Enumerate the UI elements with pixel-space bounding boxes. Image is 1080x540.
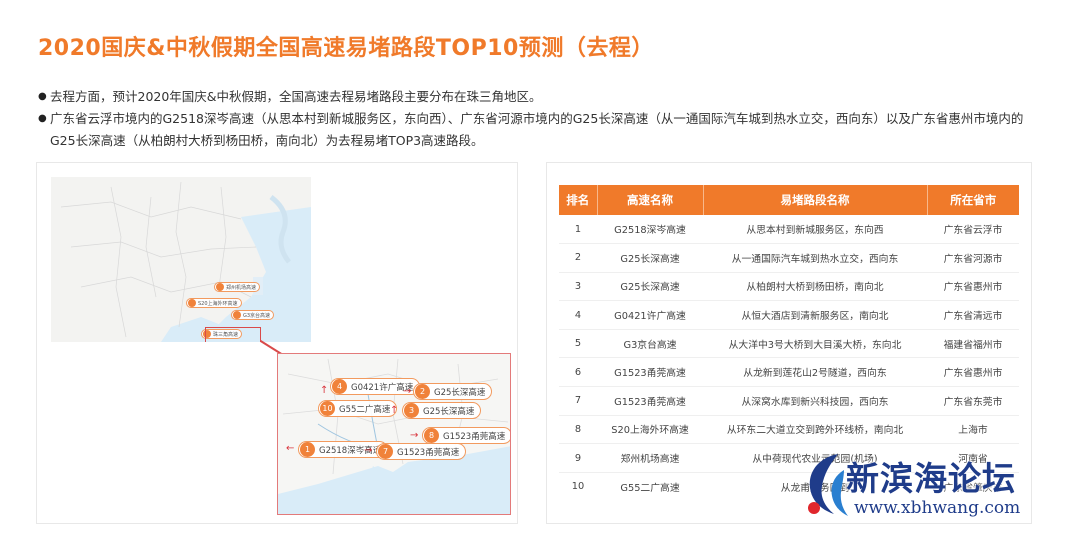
cell-rank: 3 [559, 272, 597, 302]
cell-section: 从深窝水库到新兴科技园，西向东 [703, 386, 927, 416]
marker-label: G55二广高速 [339, 404, 391, 415]
marker-rank: 7 [378, 444, 393, 459]
cell-highway: G25长深高速 [597, 243, 703, 273]
watermark-url: www.xbhwang.com [854, 498, 1021, 518]
cell-section: 从恒大酒店到清新服务区，南向北 [703, 300, 927, 330]
cell-rank: 6 [559, 357, 597, 388]
header-rank: 排名 [559, 185, 598, 215]
cell-rank: 1 [559, 215, 597, 245]
cell-rank: 10 [571, 481, 585, 493]
bullet-text: 去程方面，预计2020年国庆&中秋假期，全国高速去程易堵路段主要分布在珠三角地区… [50, 89, 542, 104]
header-section: 易堵路段名称 [703, 185, 928, 215]
cell-section: 从柏朗村大桥到杨田桥，南向北 [703, 272, 927, 302]
cell-highway: G1523甬莞高速 [597, 386, 703, 416]
cell-location: 广东省惠州市 [927, 272, 1019, 302]
cell-highway: G55二广高速 [620, 482, 680, 494]
cell-rank: 5 [559, 329, 597, 359]
cell-section: 从龙新到莲花山2号隧道，西向东 [703, 357, 927, 388]
marker-rank: 10 [320, 401, 335, 416]
map-marker: G3京台高速 [231, 310, 275, 320]
bullet-item: ● 广东省云浮市境内的G2518深岑高速（从思本村到新城服务区，东向西）、广东省… [38, 108, 1038, 152]
cell-location: 广东省清远市 [927, 300, 1019, 330]
marker-rank: 8 [424, 428, 439, 443]
page-title: 2020国庆&中秋假期全国高速易堵路段TOP10预测（去程） [38, 36, 654, 61]
cell-location: 上海市 [927, 415, 1019, 445]
marker-label: G1523甬莞高速 [397, 447, 460, 458]
table-row: 1 G2518深岑高速 从思本村到新城服务区，东向西 广东省云浮市 [559, 215, 1019, 245]
summary-bullets: ● 去程方面，预计2020年国庆&中秋假期，全国高速去程易堵路段主要分布在珠三角… [38, 86, 1038, 152]
detail-marker-7: 7 G1523甬莞高速 [376, 443, 467, 460]
marker-rank: 4 [332, 379, 347, 394]
site-watermark: 新滨海论坛 www.xbhwang.com [800, 446, 1075, 536]
cell-highway: G0421许广高速 [597, 300, 703, 330]
watermark-logo-icon [808, 454, 848, 516]
cell-highway: 郑州机场高速 [597, 443, 703, 473]
map-panel: 郑州机场高速 S20上海外环高速 G3京台高速 珠三角高速 4 G0421许广高… [36, 162, 518, 524]
table-row: 8 S20上海外环高速 从环东二大道立交到跨外环线桥，南向北 上海市 [559, 415, 1019, 445]
cell-location: 广东省河源市 [927, 243, 1019, 273]
cell-highway: G3京台高速 [597, 329, 703, 359]
cell-rank: 7 [559, 386, 597, 416]
cell-location: 福建省福州市 [927, 329, 1019, 359]
header-highway: 高速名称 [597, 185, 704, 215]
cell-section: 从环东二大道立交到跨外环线桥，南向北 [703, 415, 927, 445]
bullet-item: ● 去程方面，预计2020年国庆&中秋假期，全国高速去程易堵路段主要分布在珠三角… [38, 86, 1038, 108]
map-marker: S20上海外环高速 [186, 298, 242, 308]
cell-rank: 4 [559, 300, 597, 330]
table-row: 6 G1523甬莞高速 从龙新到莲花山2号隧道，西向东 广东省惠州市 [559, 357, 1019, 388]
watermark-name: 新滨海论坛 [846, 459, 1016, 498]
table-row: 2 G25长深高速 从一通国际汽车城到热水立交，西向东 广东省河源市 [559, 243, 1019, 273]
table-header-row: 排名 高速名称 易堵路段名称 所在省市 [559, 185, 1019, 215]
bullet-dot-icon: ● [38, 113, 47, 124]
zoom-frame [205, 327, 261, 342]
bullet-text: 广东省云浮市境内的G2518深岑高速（从思本村到新城服务区，东向西）、广东省河源… [50, 111, 1024, 148]
cell-location: 广东省东莞市 [927, 386, 1019, 416]
cell-highway: G1523甬莞高速 [597, 357, 703, 388]
map-marker: 郑州机场高速 [214, 282, 261, 292]
cell-rank: 9 [559, 443, 597, 473]
marker-rank: 2 [415, 384, 430, 399]
table-row: 3 G25长深高速 从柏朗村大桥到杨田桥，南向北 广东省惠州市 [559, 272, 1019, 302]
detail-marker-2: 2 G25长深高速 [413, 383, 493, 400]
marker-label: G25长深高速 [434, 387, 486, 398]
cell-location: 广东省惠州市 [927, 357, 1019, 388]
detail-marker-8: 8 G1523甬莞高速 [422, 427, 510, 444]
direction-arrow-icon: ↑ [390, 405, 399, 416]
detail-marker-3: 3 G25长深高速 [402, 402, 482, 419]
table-row: 4 G0421许广高速 从恒大酒店到清新服务区，南向北 广东省清远市 [559, 300, 1019, 330]
direction-arrow-icon: → [403, 386, 412, 397]
cell-highway: G2518深岑高速 [597, 215, 703, 245]
cell-rank: 2 [559, 243, 597, 273]
cell-section: 从思本村到新城服务区，东向西 [703, 215, 927, 245]
overview-map: 郑州机场高速 S20上海外环高速 G3京台高速 珠三角高速 [51, 177, 311, 342]
detail-marker-10: 10 G55二广高速 [318, 400, 398, 417]
cell-rank: 8 [559, 415, 597, 445]
direction-arrow-icon: ↑ [320, 385, 329, 396]
cell-highway: G25长深高速 [597, 272, 703, 302]
cell-highway: S20上海外环高速 [597, 415, 703, 445]
detail-map: 4 G0421许广高速 2 G25长深高速 10 G55二广高速 3 G25长深… [277, 353, 511, 515]
cell-section: 从一通国际汽车城到热水立交，西向东 [703, 243, 927, 273]
header-location: 所在省市 [927, 185, 1019, 215]
direction-arrow-icon: → [364, 445, 373, 456]
marker-rank: 3 [404, 403, 419, 418]
direction-arrow-icon: → [410, 430, 419, 441]
cell-section: 从大洋中3号大桥到大目溪大桥，东向北 [703, 329, 927, 359]
table-row: 7 G1523甬莞高速 从深窝水库到新兴科技园，西向东 广东省东莞市 [559, 386, 1019, 416]
bullet-dot-icon: ● [38, 91, 47, 102]
cell-location: 广东省云浮市 [927, 215, 1019, 245]
direction-arrow-icon: ← [286, 443, 295, 454]
marker-label: G1523甬莞高速 [443, 431, 506, 442]
marker-label: G25长深高速 [423, 406, 475, 417]
table-row: 5 G3京台高速 从大洋中3号大桥到大目溪大桥，东向北 福建省福州市 [559, 329, 1019, 359]
detail-marker-1: 1 G2518深岑高速 [298, 441, 389, 458]
marker-rank: 1 [300, 442, 315, 457]
